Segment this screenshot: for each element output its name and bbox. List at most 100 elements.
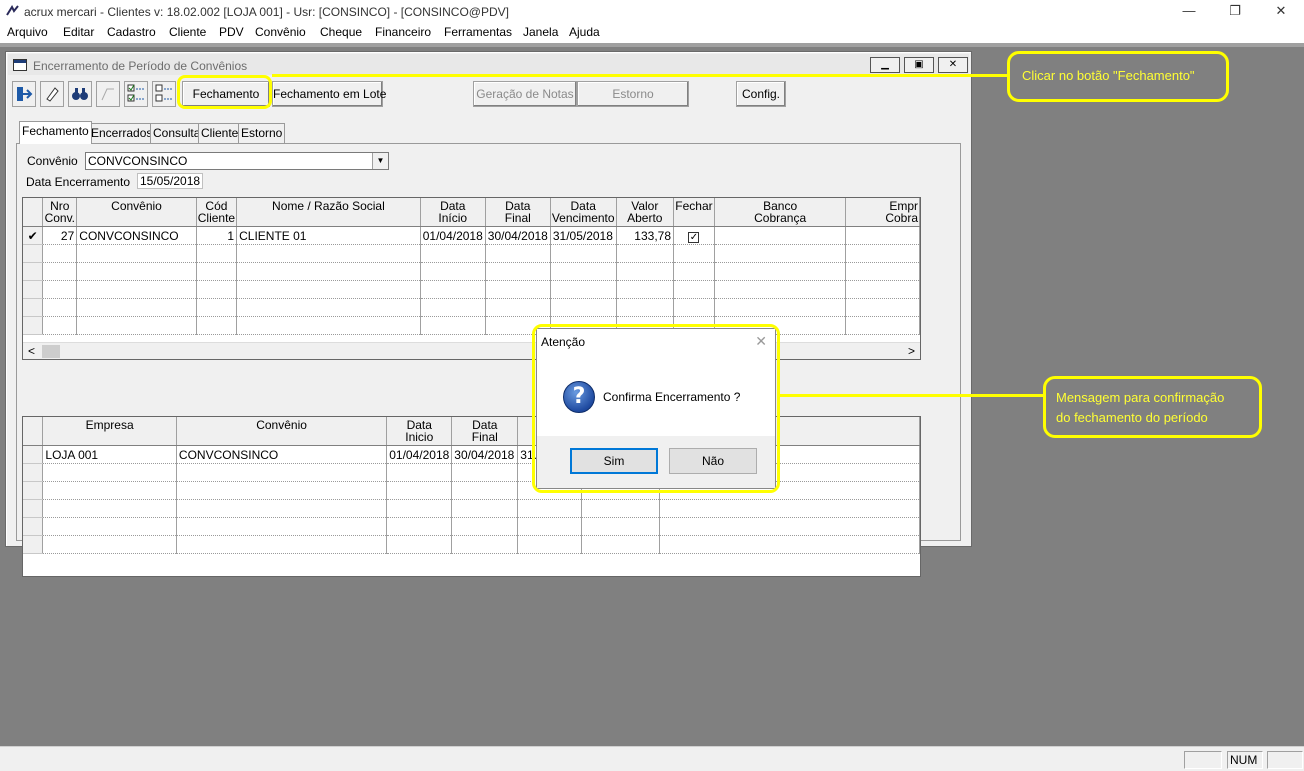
- col-banco-cobranca[interactable]: Banco Cobrança: [714, 198, 847, 227]
- empresas-grid[interactable]: Empresa Convênio DataInicio DataFinal Ve…: [22, 416, 921, 577]
- menu-ajuda[interactable]: Ajuda: [569, 25, 600, 39]
- cell-convenio[interactable]: CONVCONSINCO: [176, 445, 388, 464]
- app-title-bar: acrux mercari - Clientes v: 18.02.002 [L…: [0, 0, 1304, 23]
- col-empresa[interactable]: Empresa: [42, 417, 177, 446]
- menu-editar[interactable]: Editar: [63, 25, 94, 39]
- binoculars-icon[interactable]: [68, 81, 92, 107]
- table-row[interactable]: [23, 262, 920, 281]
- menu-cheque[interactable]: Cheque: [320, 25, 362, 39]
- cell-nro[interactable]: 27: [42, 226, 78, 245]
- col-convenio[interactable]: Convênio: [76, 198, 197, 227]
- menu-ferramentas[interactable]: Ferramentas: [444, 25, 512, 39]
- eraser-icon[interactable]: [40, 81, 64, 107]
- callout-mensagem-line2: do fechamento do período: [1056, 410, 1208, 425]
- col-data-final[interactable]: Data Final: [451, 417, 519, 446]
- menu-pdv[interactable]: PDV: [219, 25, 244, 39]
- scroll-thumb[interactable]: [42, 345, 60, 358]
- cell-final[interactable]: 30/04/2018: [485, 226, 551, 245]
- scroll-right-icon[interactable]: >: [903, 343, 920, 359]
- chevron-down-icon[interactable]: ▼: [372, 153, 388, 169]
- fechamento-highlight: [177, 75, 272, 109]
- checklist-icon[interactable]: [124, 81, 148, 107]
- tab-estorno[interactable]: Estorno: [238, 123, 286, 143]
- status-bar: NUM: [0, 746, 1304, 771]
- cell-vencimento[interactable]: 31/05/2018: [550, 226, 617, 245]
- cell-fechar[interactable]: ✓: [673, 226, 715, 245]
- col-data-inicio[interactable]: Data Inicio: [386, 417, 453, 446]
- callout1-leader-line: [272, 74, 1010, 77]
- restore-button[interactable]: ❐: [1212, 0, 1258, 23]
- fechamento-lote-button[interactable]: Fechamento em Lote: [272, 81, 386, 107]
- tab-consulta[interactable]: Consulta: [150, 123, 204, 143]
- convenio-select[interactable]: CONVCONSINCO ▼: [85, 152, 389, 170]
- cell-inicio[interactable]: 01/04/2018: [386, 445, 453, 464]
- empresas-table: Empresa Convênio DataInicio DataFinal Ve…: [23, 417, 920, 554]
- row-selected-check-icon: ✔: [23, 226, 44, 245]
- acrux-logo-icon: [6, 5, 19, 16]
- table-row[interactable]: [23, 499, 920, 518]
- table-row[interactable]: ✔ 27 CONVCONSINCO 1 CLIENTE 01 01/04/201…: [23, 226, 920, 245]
- close-button[interactable]: ✕: [1258, 0, 1304, 23]
- table-row[interactable]: [23, 280, 920, 299]
- col-valor-aberto[interactable]: Valor Aberto: [616, 198, 675, 227]
- menu-cadastro[interactable]: Cadastro: [107, 25, 156, 39]
- minimize-button[interactable]: —: [1166, 0, 1212, 23]
- cell-banco[interactable]: [714, 226, 847, 245]
- table-row[interactable]: [23, 517, 920, 536]
- menu-bar: Arquivo Editar Cadastro Cliente PDV Conv…: [0, 23, 1304, 43]
- grid-header-row: Empresa Convênio DataInicio DataFinal Ve: [23, 417, 920, 446]
- menu-cliente[interactable]: Cliente: [169, 25, 206, 39]
- scroll-left-icon[interactable]: <: [23, 343, 40, 359]
- col-fechar[interactable]: Fechar: [673, 198, 715, 227]
- menu-financeiro[interactable]: Financeiro: [375, 25, 431, 39]
- menu-convenio[interactable]: Convênio: [255, 25, 306, 39]
- window-minimize-button[interactable]: ▁: [870, 57, 900, 73]
- table-row[interactable]: [23, 316, 920, 335]
- tab-fechamento[interactable]: Fechamento: [19, 121, 92, 144]
- table-row[interactable]: [23, 481, 920, 500]
- grid-header-row: Nro Conv. Convênio Cód Cliente Nome / Razã…: [23, 198, 920, 227]
- cell-convenio[interactable]: CONVCONSINCO: [76, 226, 197, 245]
- data-encerramento-label: Data Encerramento: [26, 175, 131, 189]
- col-empr-cobranca[interactable]: Empr Cobra: [845, 198, 920, 227]
- cell-nome[interactable]: CLIENTE 01: [236, 226, 421, 245]
- indicator-header: [23, 198, 44, 227]
- exit-icon[interactable]: [12, 81, 36, 107]
- cell-final[interactable]: 30/04/2018: [451, 445, 519, 464]
- data-encerramento-field[interactable]: 15/05/2018: [137, 173, 203, 189]
- col-nro-conv[interactable]: Nro Conv.: [42, 198, 78, 227]
- cell-empresa[interactable]: LOJA 001: [42, 445, 177, 464]
- pen-disabled-icon[interactable]: [96, 81, 120, 107]
- tab-encerrados[interactable]: Encerrados: [88, 123, 156, 143]
- geracao-notas-button[interactable]: Geração de Notas: [473, 81, 577, 107]
- col-data-final[interactable]: Data Final: [485, 198, 551, 227]
- estorno-button[interactable]: Estorno: [577, 81, 689, 107]
- col-nome[interactable]: Nome / Razão Social: [236, 198, 421, 227]
- menu-arquivo[interactable]: Arquivo: [7, 25, 48, 39]
- window-close-button[interactable]: ✕: [938, 57, 968, 73]
- horizontal-scrollbar[interactable]: < >: [23, 342, 920, 359]
- table-row[interactable]: [23, 244, 920, 263]
- config-button[interactable]: Config.: [736, 81, 786, 107]
- col-cod-cliente[interactable]: Cód Cliente: [196, 198, 238, 227]
- app-title: acrux mercari - Clientes v: 18.02.002 [L…: [24, 5, 509, 19]
- cell-empr[interactable]: [845, 226, 920, 245]
- col-data-inicio[interactable]: Data Início: [420, 198, 486, 227]
- col-data-vencimento[interactable]: Data Vencimento: [550, 198, 617, 227]
- table-row[interactable]: LOJA 001 CONVCONSINCO 01/04/2018 30/04/2…: [23, 445, 920, 464]
- table-row[interactable]: [23, 535, 920, 554]
- tab-cliente[interactable]: Cliente: [198, 123, 242, 143]
- table-row[interactable]: [23, 298, 920, 317]
- unchecklist-icon[interactable]: [152, 81, 176, 107]
- col-convenio[interactable]: Convênio: [176, 417, 388, 446]
- cell-cod[interactable]: 1: [196, 226, 238, 245]
- menu-janela[interactable]: Janela: [523, 25, 558, 39]
- convenios-table: Nro Conv. Convênio Cód Cliente Nome / Razã…: [23, 198, 920, 335]
- cell-inicio[interactable]: 01/04/2018: [420, 226, 486, 245]
- convenios-grid[interactable]: Nro Conv. Convênio Cód Cliente Nome / Razã…: [22, 197, 921, 360]
- fechar-checkbox[interactable]: ✓: [688, 231, 700, 243]
- encerramento-window: Encerramento de Período de Convênios ▁ ▣…: [5, 51, 972, 577]
- cell-valor[interactable]: 133,78: [616, 226, 675, 245]
- window-restore-button[interactable]: ▣: [904, 57, 934, 73]
- table-row[interactable]: [23, 463, 920, 482]
